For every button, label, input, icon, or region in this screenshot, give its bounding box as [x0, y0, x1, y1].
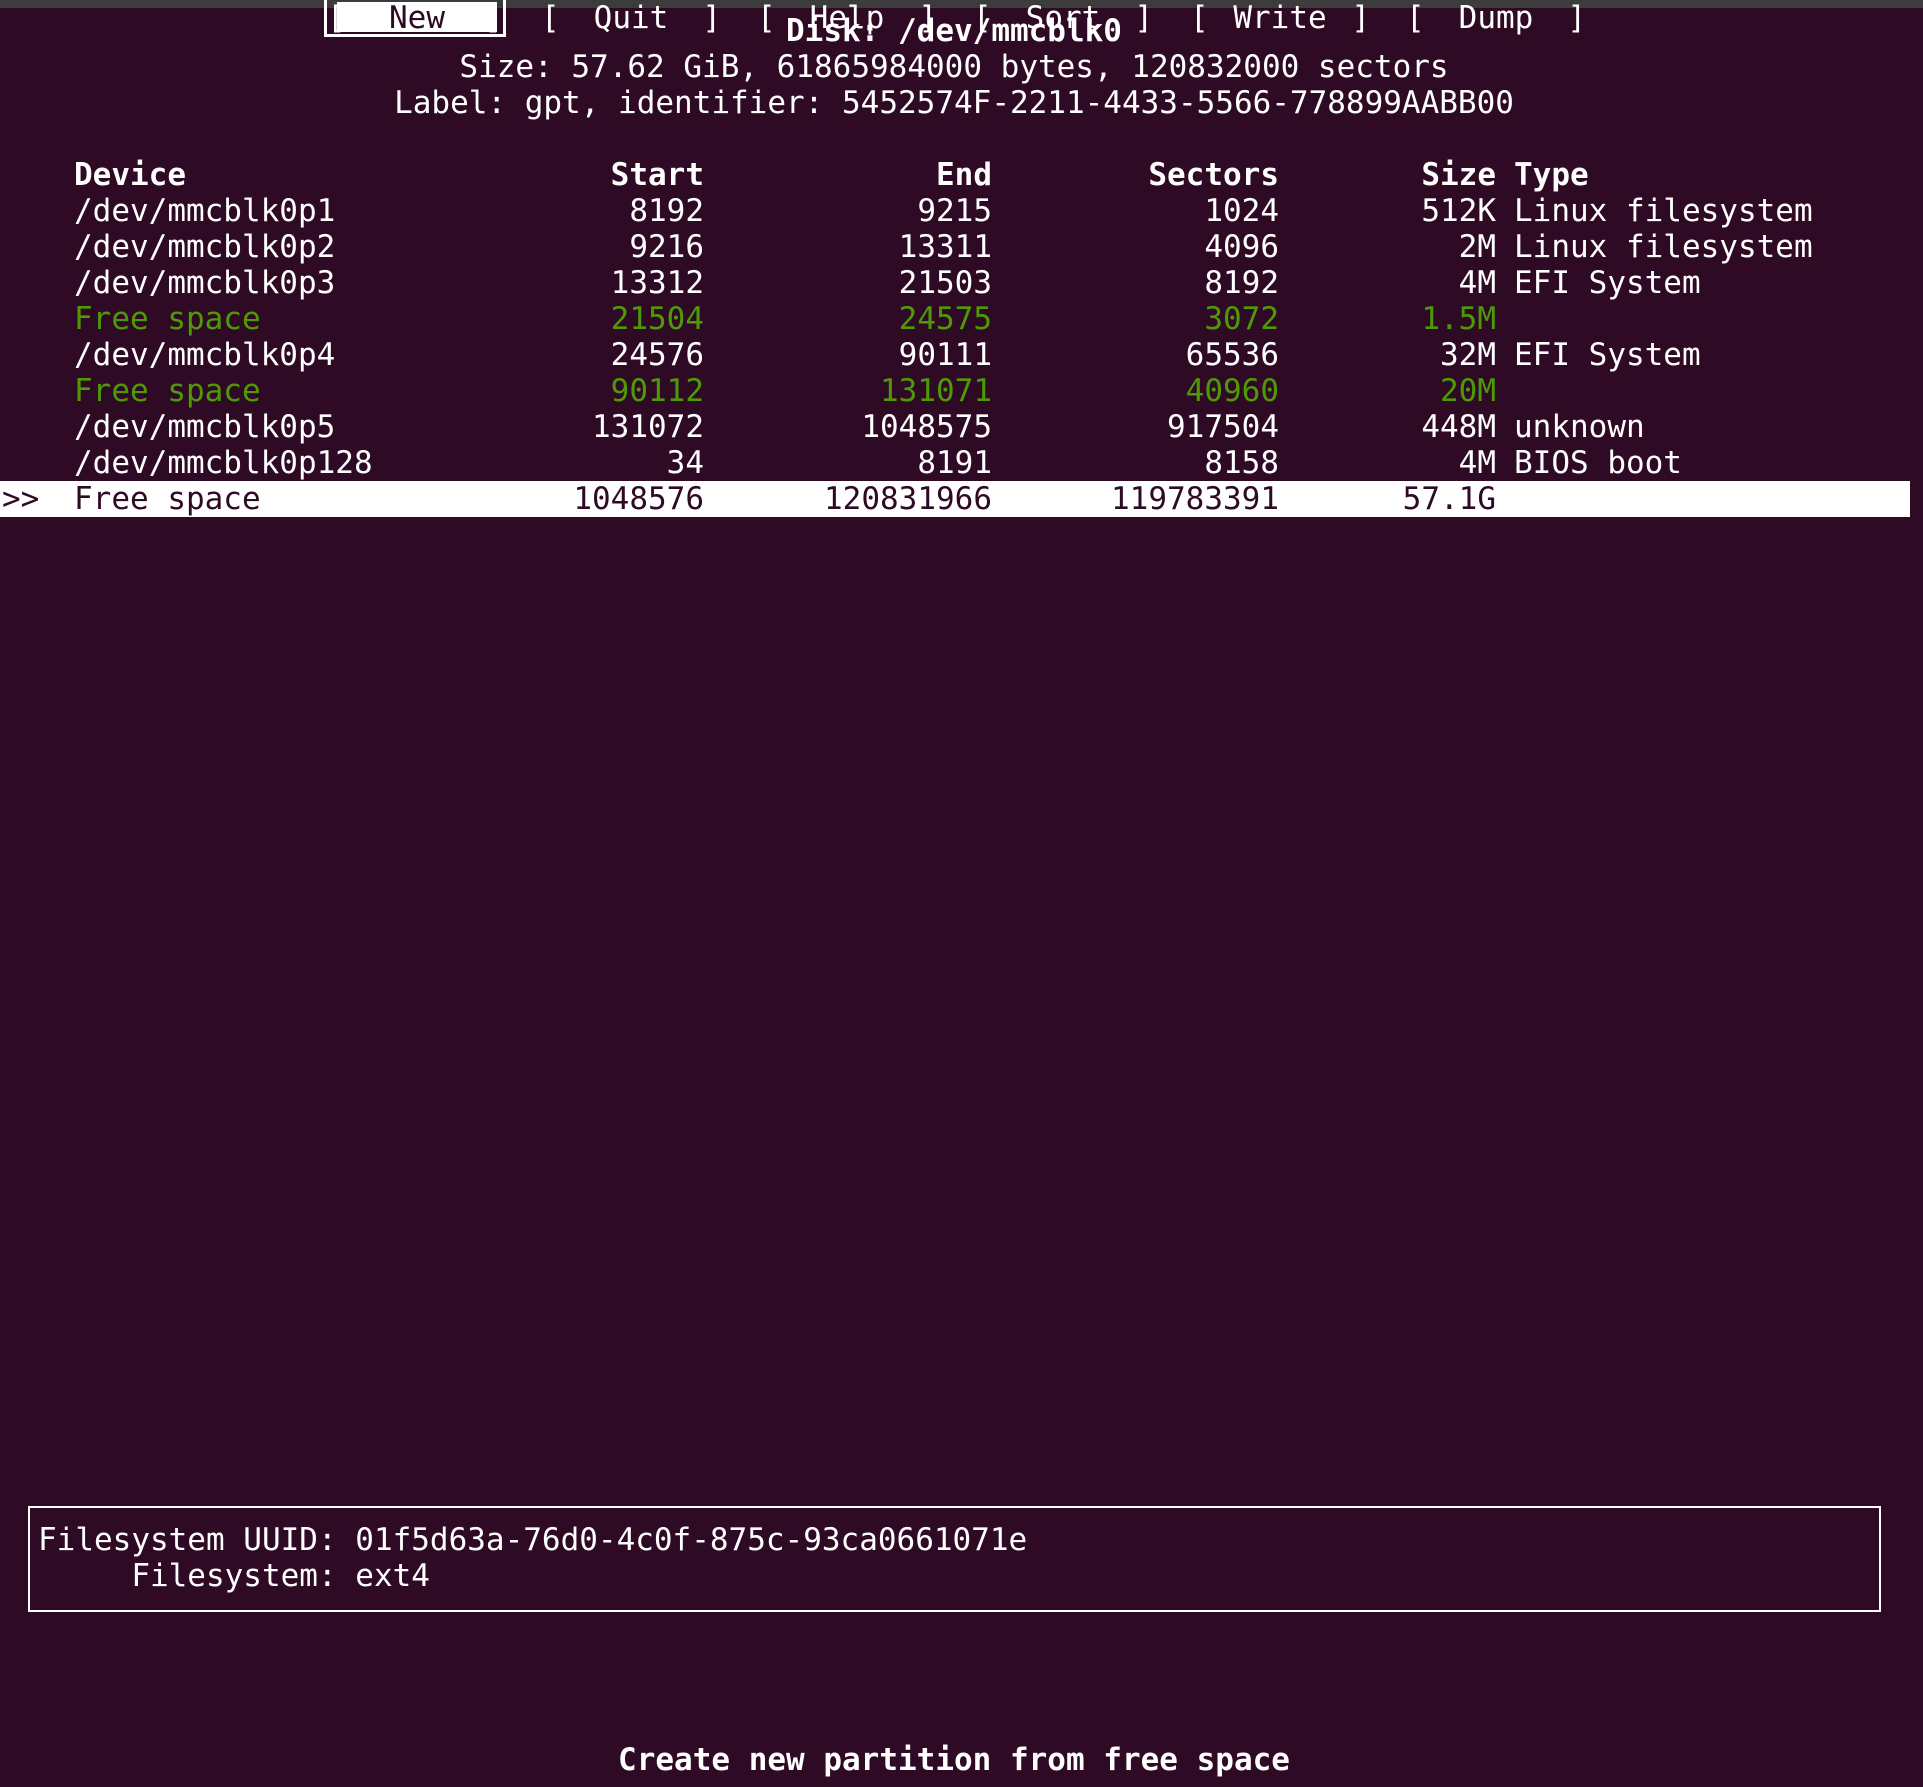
- table-row[interactable]: /dev/mmcblk0p1 8192 9215 1024 512K Linux…: [0, 193, 1910, 229]
- row-size: 1.5M: [1421, 301, 1496, 337]
- free-space-row[interactable]: Free space 90112 131071 40960 20M: [0, 373, 1910, 409]
- row-end: 131071: [880, 373, 992, 409]
- row-type: Linux filesystem: [1514, 229, 1813, 265]
- row-device: /dev/mmcblk0p3: [74, 265, 336, 301]
- bracket-close: ]: [1567, 0, 1586, 36]
- menu-label-quit: Quit: [593, 0, 669, 36]
- row-size: 32M: [1440, 337, 1496, 373]
- row-device: Free space: [74, 481, 261, 517]
- menu-button-dump[interactable]: [ Dump ]: [1406, 0, 1586, 36]
- row-size: 4M: [1458, 265, 1496, 301]
- menu-label-help: Help: [809, 0, 885, 36]
- filesystem-uuid: Filesystem UUID: 01f5d63a-76d0-4c0f-875c…: [38, 1522, 1028, 1558]
- row-device: /dev/mmcblk0p2: [74, 229, 336, 265]
- row-end: 24575: [898, 301, 992, 337]
- row-type: EFI System: [1514, 337, 1701, 373]
- bracket-close: ]: [484, 0, 503, 36]
- row-end: 8191: [917, 445, 992, 481]
- menu-label-sort: Sort: [1025, 0, 1101, 36]
- column-header-type: Type: [1514, 157, 1589, 193]
- row-sectors: 1024: [1204, 193, 1279, 229]
- row-start: 131072: [592, 409, 704, 445]
- action-hint: Create new partition from free space: [618, 1742, 1290, 1778]
- row-start: 9216: [629, 229, 704, 265]
- row-start: 90112: [610, 373, 704, 409]
- row-sectors: 3072: [1204, 301, 1279, 337]
- bracket-close: ]: [1134, 0, 1153, 36]
- row-end: 9215: [917, 193, 992, 229]
- row-type: Linux filesystem: [1514, 193, 1813, 229]
- disk-size-line: Size: 57.62 GiB, 61865984000 bytes, 1208…: [459, 49, 1449, 85]
- row-size: 20M: [1440, 373, 1496, 409]
- column-header-device: Device: [74, 157, 186, 193]
- menu-label-dump: Dump: [1458, 0, 1534, 36]
- row-start: 21504: [610, 301, 704, 337]
- row-sectors: 8158: [1204, 445, 1279, 481]
- row-start: 24576: [610, 337, 704, 373]
- row-start: 34: [666, 445, 704, 481]
- row-device: Free space: [74, 373, 261, 409]
- window-top-border: [0, 0, 1923, 8]
- column-header-size: Size: [1421, 157, 1496, 193]
- row-type: unknown: [1514, 409, 1645, 445]
- table-row[interactable]: /dev/mmcblk0p3 13312 21503 8192 4M EFI S…: [0, 265, 1910, 301]
- row-device: /dev/mmcblk0p128: [74, 445, 373, 481]
- menu-button-new[interactable]: [ New ]: [324, 0, 506, 37]
- row-end: 120831966: [824, 481, 992, 517]
- menu-label-write: Write: [1233, 0, 1327, 36]
- row-size: 4M: [1458, 445, 1496, 481]
- table-row[interactable]: /dev/mmcblk0p2 9216 13311 4096 2M Linux …: [0, 229, 1910, 265]
- row-sectors: 8192: [1204, 265, 1279, 301]
- row-end: 21503: [898, 265, 992, 301]
- selection-marker: >>: [2, 481, 40, 517]
- row-end: 90111: [898, 337, 992, 373]
- row-end: 1048575: [861, 409, 992, 445]
- row-size: 2M: [1458, 229, 1496, 265]
- partition-info-box: Filesystem UUID: 01f5d63a-76d0-4c0f-875c…: [28, 1506, 1881, 1612]
- row-device: /dev/mmcblk0p4: [74, 337, 336, 373]
- row-size: 512K: [1421, 193, 1496, 229]
- table-row[interactable]: /dev/mmcblk0p5 131072 1048575 917504 448…: [0, 409, 1910, 445]
- bracket-close: ]: [918, 0, 937, 36]
- row-device: Free space: [74, 301, 261, 337]
- menu-button-sort[interactable]: [ Sort ]: [973, 0, 1153, 36]
- table-row[interactable]: /dev/mmcblk0p4 24576 90111 65536 32M EFI…: [0, 337, 1910, 373]
- bracket-close: ]: [702, 0, 721, 36]
- free-space-row[interactable]: Free space 21504 24575 3072 1.5M: [0, 301, 1910, 337]
- row-size: 448M: [1421, 409, 1496, 445]
- row-device: /dev/mmcblk0p5: [74, 409, 336, 445]
- row-start: 8192: [629, 193, 704, 229]
- row-sectors: 917504: [1167, 409, 1279, 445]
- row-start: 13312: [610, 265, 704, 301]
- row-sectors: 40960: [1185, 373, 1279, 409]
- menu-button-write[interactable]: [ Write ]: [1190, 0, 1370, 36]
- selected-free-space-row[interactable]: >> Free space 1048576 120831966 11978339…: [0, 481, 1910, 517]
- row-sectors: 119783391: [1111, 481, 1279, 517]
- menu-button-quit[interactable]: [ Quit ]: [541, 0, 721, 36]
- row-device: /dev/mmcblk0p1: [74, 193, 336, 229]
- menu-label-new: New: [389, 0, 445, 36]
- disk-title: Disk: /dev/mmcblk0: [786, 13, 1122, 49]
- row-sectors: 65536: [1185, 337, 1279, 373]
- row-size: 57.1G: [1402, 481, 1496, 517]
- column-header-sectors: Sectors: [1148, 157, 1279, 193]
- row-end: 13311: [898, 229, 992, 265]
- table-header: Device Start End Sectors Size Type: [0, 157, 1910, 193]
- row-type: BIOS boot: [1514, 445, 1682, 481]
- menu-button-help[interactable]: [ Help ]: [757, 0, 937, 36]
- filesystem-type: Filesystem: ext4: [38, 1558, 430, 1594]
- row-start: 1048576: [573, 481, 704, 517]
- bracket-close: ]: [1351, 0, 1370, 36]
- row-type: EFI System: [1514, 265, 1701, 301]
- disk-label-line: Label: gpt, identifier: 5452574F-2211-44…: [394, 85, 1514, 121]
- table-row[interactable]: /dev/mmcblk0p128 34 8191 8158 4M BIOS bo…: [0, 445, 1910, 481]
- row-sectors: 4096: [1204, 229, 1279, 265]
